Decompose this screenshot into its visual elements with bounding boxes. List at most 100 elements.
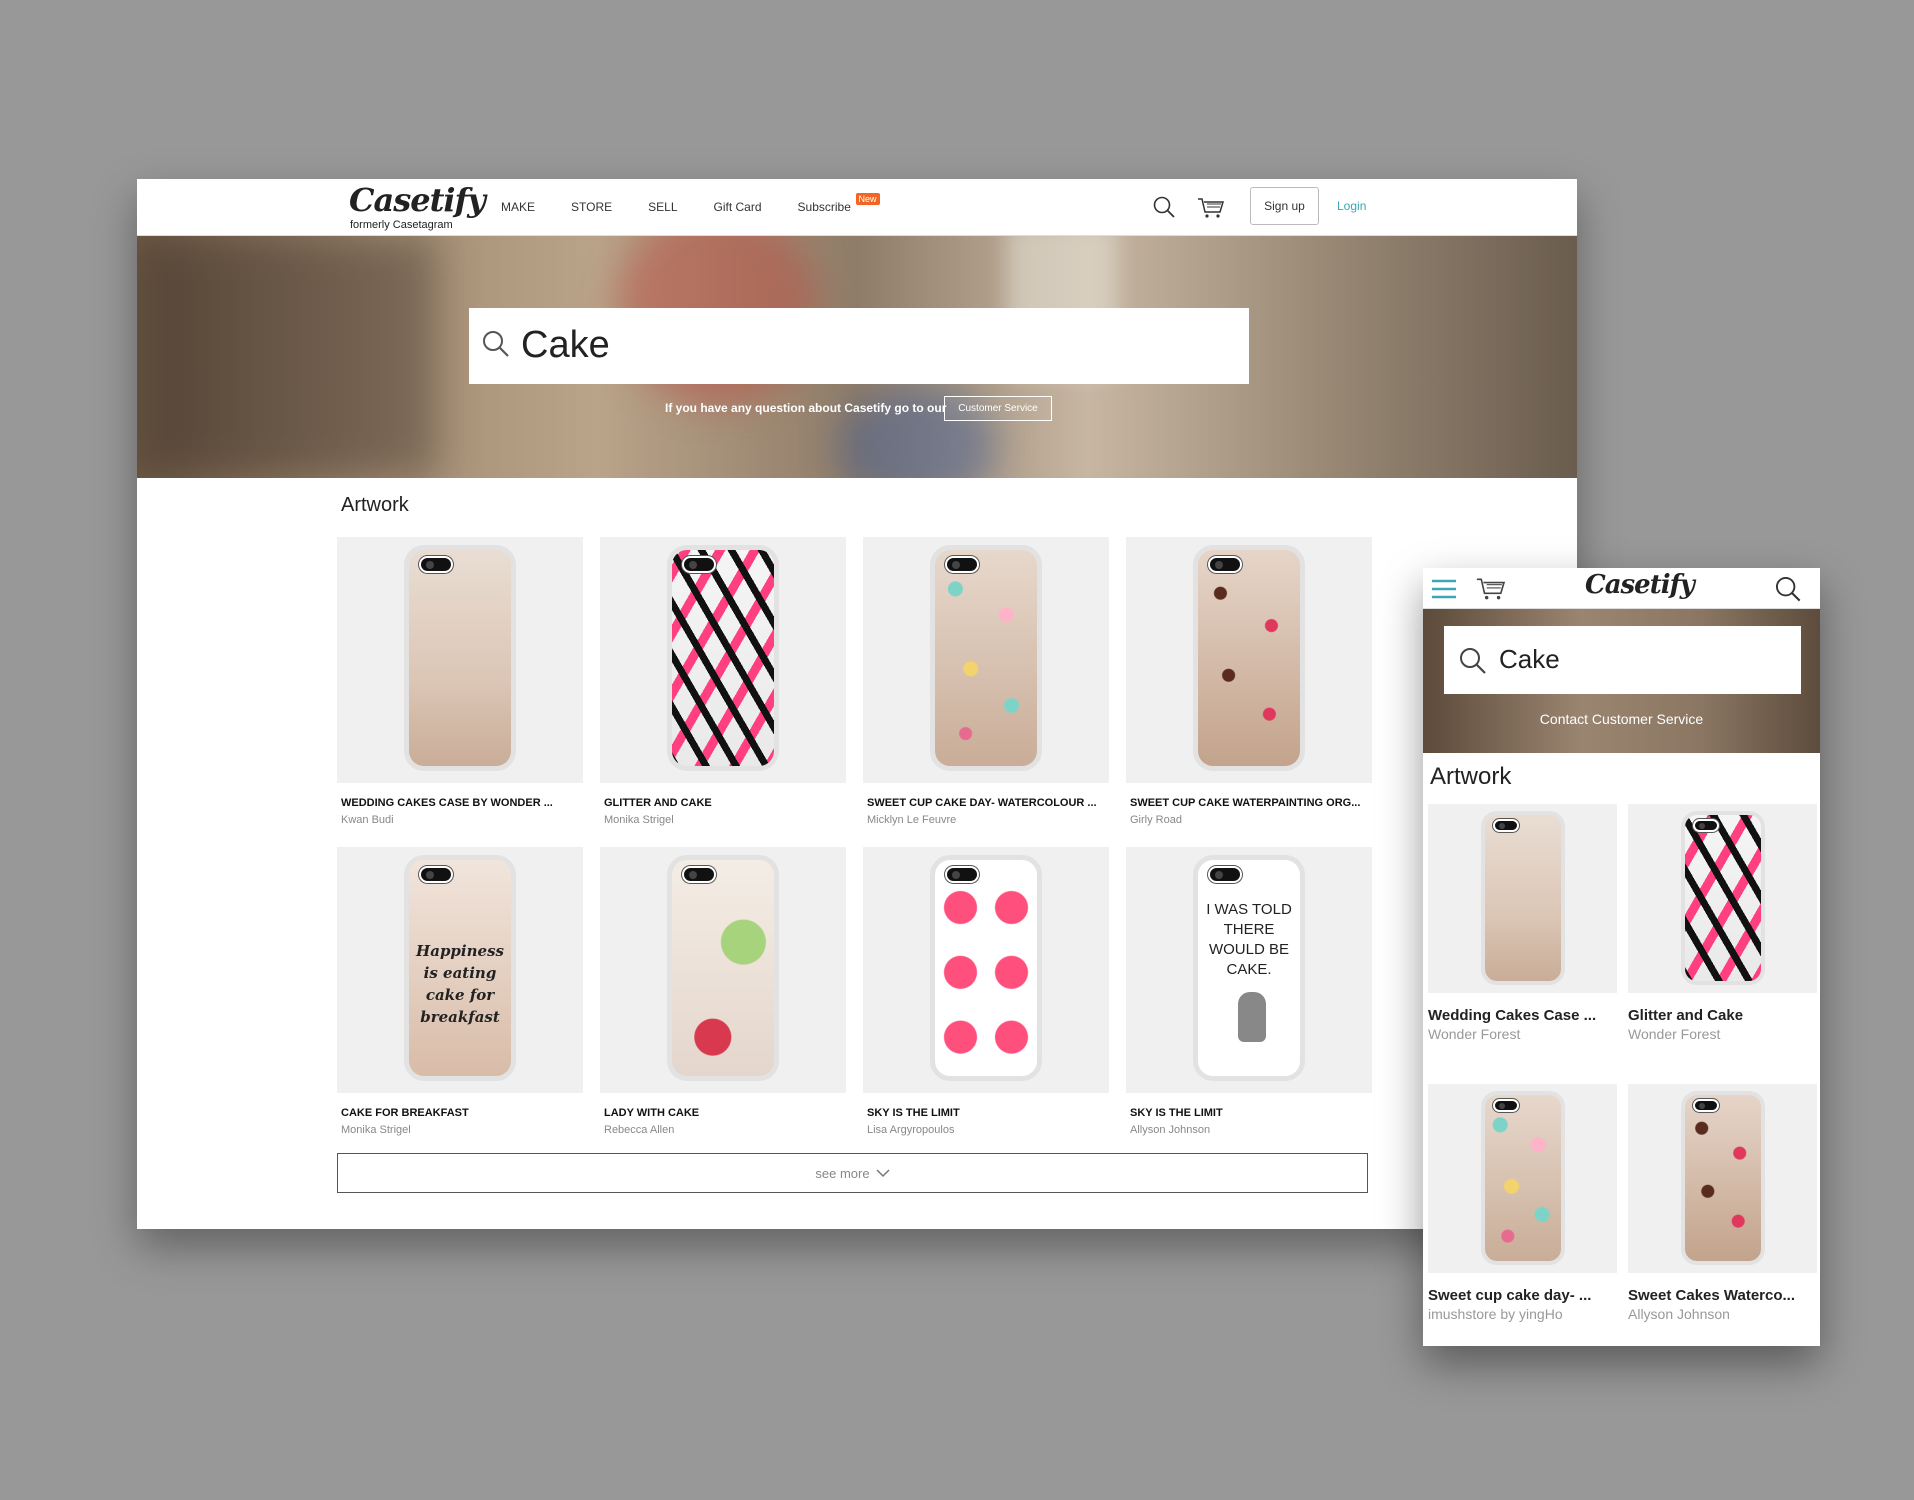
phone-case-image bbox=[930, 545, 1042, 771]
product-title[interactable]: Glitter and Cake bbox=[1628, 1007, 1817, 1024]
phone-case-image bbox=[1680, 811, 1765, 985]
product-image[interactable]: I WAS TOLD THERE WOULD BE CAKE. bbox=[1126, 847, 1372, 1093]
case-print-text: Happiness is eating cake for breakfast bbox=[416, 942, 504, 1026]
hero-photo-shade bbox=[137, 236, 437, 478]
product-title[interactable]: Sweet Cakes Waterco... bbox=[1628, 1287, 1817, 1304]
product-card[interactable]: SWEET CUP CAKE WATERPAINTING ORG... Girl… bbox=[1126, 537, 1372, 826]
product-card[interactable]: SKY IS THE LIMIT Lisa Argyropoulos bbox=[863, 847, 1109, 1136]
menu-icon[interactable] bbox=[1431, 578, 1457, 605]
phone-case-image: Happiness is eating cake for breakfast bbox=[404, 855, 516, 1081]
phone-case-image bbox=[667, 855, 779, 1081]
section-title: Artwork bbox=[1430, 763, 1512, 790]
case-print-text: I WAS TOLD THERE WOULD BE CAKE. bbox=[1206, 901, 1292, 978]
phone-case-image bbox=[667, 545, 779, 771]
product-card[interactable]: Sweet cup cake day- ... imushstore by yi… bbox=[1428, 1084, 1617, 1322]
product-title[interactable]: Wedding Cakes Case ... bbox=[1428, 1007, 1617, 1024]
logo-subtitle: formerly Casetagram bbox=[350, 219, 453, 231]
product-card[interactable]: WEDDING CAKES CASE BY WONDER ... Kwan Bu… bbox=[337, 537, 583, 826]
search-icon[interactable] bbox=[1152, 195, 1176, 224]
phone-case-image bbox=[1480, 811, 1565, 985]
top-navbar: Casetify formerly Casetagram MAKE STORE … bbox=[137, 179, 1577, 236]
nav-subscribe[interactable]: Subscribe New bbox=[797, 193, 880, 214]
search-icon[interactable] bbox=[1774, 575, 1802, 608]
signup-button[interactable]: Sign up bbox=[1250, 187, 1319, 225]
nav-subscribe-label: Subscribe bbox=[797, 200, 851, 214]
cart-icon[interactable] bbox=[1475, 576, 1507, 607]
product-image[interactable] bbox=[1628, 1084, 1817, 1273]
product-card[interactable]: LADY WITH CAKE Rebecca Allen bbox=[600, 847, 846, 1136]
product-title[interactable]: CAKE FOR BREAKFAST bbox=[337, 1107, 583, 1119]
phone-case-image bbox=[1480, 1091, 1565, 1265]
search-input[interactable]: Cake bbox=[1444, 626, 1801, 694]
product-card[interactable]: Glitter and Cake Wonder Forest bbox=[1628, 804, 1817, 1042]
cart-icon[interactable] bbox=[1197, 196, 1225, 225]
product-image[interactable] bbox=[863, 537, 1109, 783]
product-title[interactable]: SWEET CUP CAKE DAY- WATERCOLOUR ... bbox=[863, 797, 1109, 809]
product-title[interactable]: SWEET CUP CAKE WATERPAINTING ORG... bbox=[1126, 797, 1372, 809]
see-more-button[interactable]: see more bbox=[337, 1153, 1368, 1193]
product-title[interactable]: WEDDING CAKES CASE BY WONDER ... bbox=[337, 797, 583, 809]
product-author[interactable]: Lisa Argyropoulos bbox=[863, 1124, 1109, 1136]
nav-gift-card[interactable]: Gift Card bbox=[714, 200, 762, 214]
product-card[interactable]: Wedding Cakes Case ... Wonder Forest bbox=[1428, 804, 1617, 1042]
search-value: Cake bbox=[1499, 644, 1560, 674]
new-badge: New bbox=[855, 193, 880, 205]
product-author[interactable]: Monika Strigel bbox=[600, 814, 846, 826]
mobile-page: Casetify Cake Contact Customer Service A… bbox=[1423, 568, 1820, 1346]
casetify-logo[interactable]: Casetify bbox=[1585, 570, 1695, 600]
product-author[interactable]: Allyson Johnson bbox=[1126, 1124, 1372, 1136]
product-image[interactable]: Happiness is eating cake for breakfast bbox=[337, 847, 583, 1093]
see-more-label: see more bbox=[815, 1165, 870, 1181]
search-icon bbox=[481, 329, 511, 364]
product-title[interactable]: LADY WITH CAKE bbox=[600, 1107, 846, 1119]
product-author[interactable]: imushstore by yingHo bbox=[1428, 1306, 1617, 1322]
product-title[interactable]: GLITTER AND CAKE bbox=[600, 797, 846, 809]
product-author[interactable]: Girly Road bbox=[1126, 814, 1372, 826]
product-author[interactable]: Micklyn Le Feuvre bbox=[863, 814, 1109, 826]
product-card[interactable]: I WAS TOLD THERE WOULD BE CAKE. SKY IS T… bbox=[1126, 847, 1372, 1136]
desktop-page: Casetify formerly Casetagram MAKE STORE … bbox=[137, 179, 1577, 1229]
product-card[interactable]: SWEET CUP CAKE DAY- WATERCOLOUR ... Mick… bbox=[863, 537, 1109, 826]
product-author[interactable]: Wonder Forest bbox=[1628, 1026, 1817, 1042]
search-value: Cake bbox=[521, 324, 610, 366]
product-image[interactable] bbox=[600, 537, 846, 783]
product-image[interactable] bbox=[1126, 537, 1372, 783]
phone-case-image bbox=[930, 855, 1042, 1081]
product-card[interactable]: GLITTER AND CAKE Monika Strigel bbox=[600, 537, 846, 826]
product-image[interactable] bbox=[337, 537, 583, 783]
product-title[interactable]: Sweet cup cake day- ... bbox=[1428, 1287, 1617, 1304]
product-image[interactable] bbox=[1628, 804, 1817, 993]
nav-links: MAKE STORE SELL Gift Card Subscribe New bbox=[501, 193, 880, 214]
phone-case-image bbox=[1680, 1091, 1765, 1265]
product-title[interactable]: SKY IS THE LIMIT bbox=[863, 1107, 1109, 1119]
search-input[interactable]: Cake bbox=[469, 308, 1249, 384]
product-title[interactable]: SKY IS THE LIMIT bbox=[1126, 1107, 1372, 1119]
phone-case-image: I WAS TOLD THERE WOULD BE CAKE. bbox=[1193, 855, 1305, 1081]
hero-help-text: If you have any question about Casetify … bbox=[665, 401, 947, 415]
customer-service-button[interactable]: Customer Service bbox=[944, 396, 1052, 421]
section-title: Artwork bbox=[341, 494, 409, 516]
phone-case-image bbox=[404, 545, 516, 771]
search-icon bbox=[1458, 646, 1488, 681]
phone-case-image bbox=[1193, 545, 1305, 771]
casetify-logo[interactable]: Casetify bbox=[349, 181, 486, 219]
nav-store[interactable]: STORE bbox=[571, 200, 612, 214]
contact-customer-service-link[interactable]: Contact Customer Service bbox=[1423, 711, 1820, 727]
product-image[interactable] bbox=[600, 847, 846, 1093]
product-author[interactable]: Rebecca Allen bbox=[600, 1124, 846, 1136]
product-author[interactable]: Allyson Johnson bbox=[1628, 1306, 1817, 1322]
mobile-hero: Cake Contact Customer Service bbox=[1423, 609, 1820, 753]
nav-sell[interactable]: SELL bbox=[648, 200, 677, 214]
product-author[interactable]: Monika Strigel bbox=[337, 1124, 583, 1136]
product-card[interactable]: Sweet Cakes Waterco... Allyson Johnson bbox=[1628, 1084, 1817, 1322]
product-card[interactable]: Happiness is eating cake for breakfast C… bbox=[337, 847, 583, 1136]
chevron-down-icon bbox=[876, 1166, 890, 1181]
product-author[interactable]: Kwan Budi bbox=[337, 814, 583, 826]
login-link[interactable]: Login bbox=[1337, 199, 1366, 213]
nav-make[interactable]: MAKE bbox=[501, 200, 535, 214]
product-image[interactable] bbox=[863, 847, 1109, 1093]
product-author[interactable]: Wonder Forest bbox=[1428, 1026, 1617, 1042]
cat-illustration bbox=[1238, 992, 1266, 1042]
product-image[interactable] bbox=[1428, 1084, 1617, 1273]
product-image[interactable] bbox=[1428, 804, 1617, 993]
